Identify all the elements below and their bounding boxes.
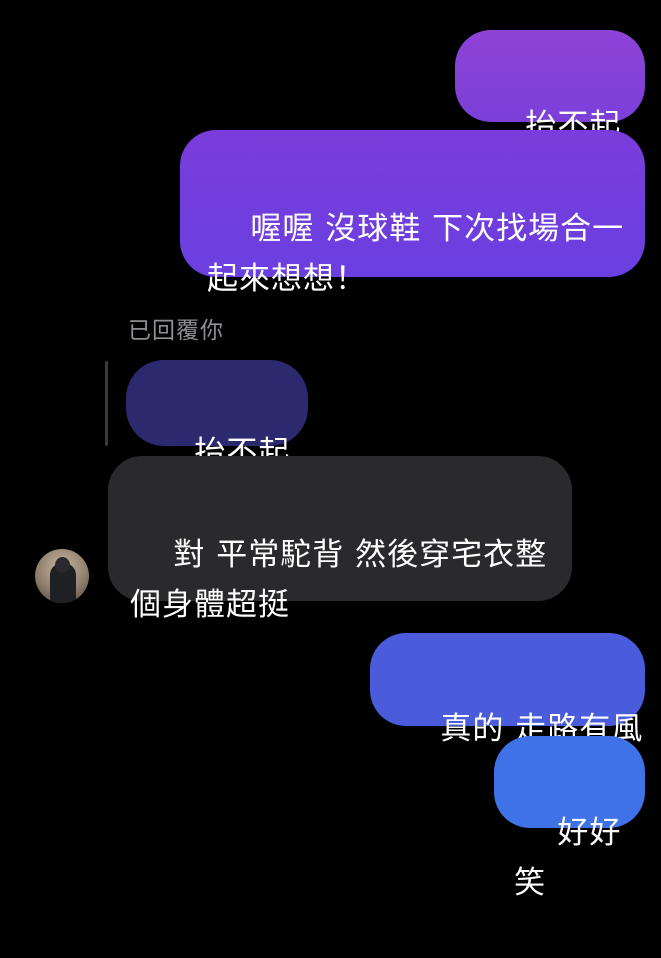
outgoing-message-bubble[interactable]: 喔喔 沒球鞋 下次找場合一 起來想想！ — [180, 130, 645, 297]
reply-quote-bar — [105, 361, 108, 446]
outgoing-message-bubble[interactable]: 真的 走路有風 — [370, 633, 645, 747]
message-text: 喔喔 沒球鞋 下次找場合一 起來想想！ — [207, 211, 625, 297]
message-text: 好好笑 — [514, 815, 622, 901]
outgoing-message-bubble[interactable]: 抬不起頭 — [455, 30, 645, 194]
outgoing-message-bubble[interactable]: 好好笑 — [494, 736, 645, 901]
incoming-message-bubble[interactable]: 對 平常駝背 然後穿宅衣整 個身體超挺 — [108, 456, 572, 623]
quoted-message-bubble[interactable]: 抬不起頭 — [126, 360, 308, 521]
avatar-head — [55, 557, 70, 573]
sender-avatar[interactable] — [35, 549, 89, 603]
message-text: 對 平常駝背 然後穿宅衣整 個身體超挺 — [130, 537, 548, 623]
reply-indicator-label: 已回覆你 — [128, 318, 224, 344]
